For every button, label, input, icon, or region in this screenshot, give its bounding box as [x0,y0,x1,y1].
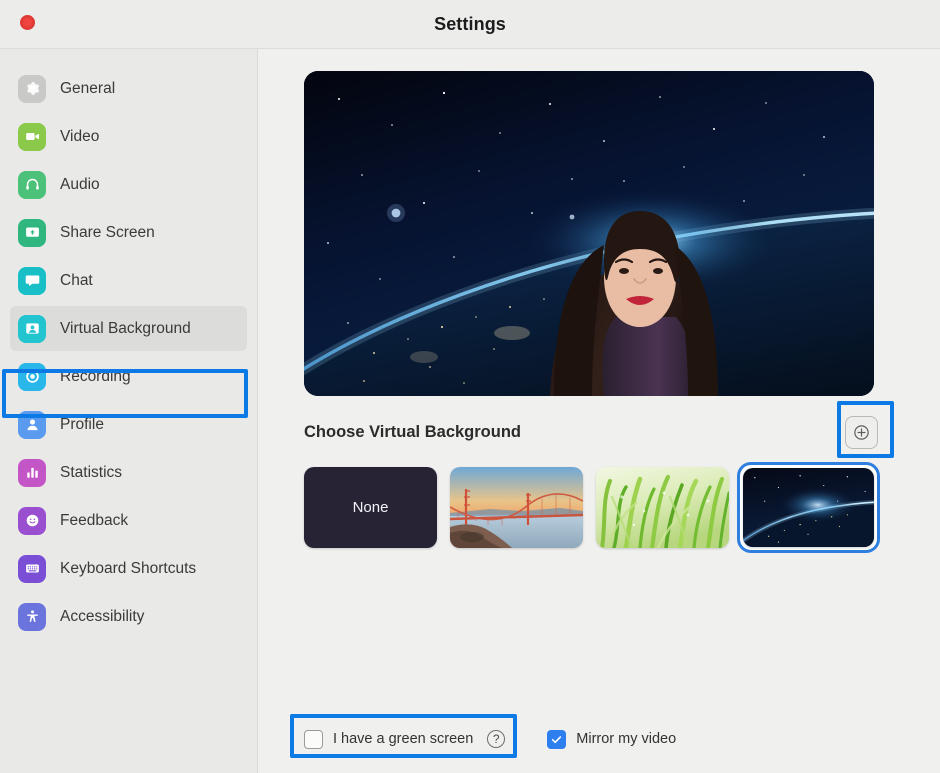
sidebar-item-label: General [60,79,116,97]
sidebar-item-general[interactable]: General [10,66,247,111]
background-option-bridge[interactable] [450,467,583,548]
gear-icon [18,74,46,103]
window-body: General Video Audio Share Screen Chat Vi… [0,48,940,773]
mirror-video-option[interactable]: Mirror my video [547,729,677,749]
section-header: Choose Virtual Background [304,401,894,458]
background-option-earth[interactable] [737,462,880,553]
main-content: Choose Virtual Background None I have a … [258,49,940,773]
headphones-icon [18,170,46,199]
sidebar-item-chat[interactable]: Chat [10,258,247,303]
settings-window: Settings General Video Audio Share Scree… [0,0,940,773]
green-screen-label: I have a green screen [333,731,474,747]
background-option-none[interactable]: None [304,467,437,548]
video-icon [18,122,46,151]
plus-icon [854,425,869,440]
sidebar-item-profile[interactable]: Profile [10,402,247,447]
add-background-button[interactable] [845,416,878,449]
bridge-thumbnail-image [450,467,583,548]
chat-icon [18,266,46,295]
profile-icon [18,410,46,439]
sidebar-item-share-screen[interactable]: Share Screen [10,210,247,255]
checkmark-icon [552,735,562,743]
sidebar-item-label: Profile [60,415,104,433]
green-screen-checkbox[interactable] [304,729,323,749]
green-screen-option[interactable]: I have a green screen ? [290,713,517,758]
background-none-label: None [352,499,389,516]
video-preview [304,71,874,396]
share-screen-icon [18,218,46,247]
bottom-options-bar: I have a green screen ? Mirror my video [258,705,940,773]
background-option-grass[interactable] [596,467,729,548]
sidebar-item-virtual-background[interactable]: Virtual Background [10,306,247,351]
mirror-video-checkbox[interactable] [547,729,567,749]
sidebar-item-label: Accessibility [60,607,145,625]
virtual-background-icon [18,314,46,343]
sidebar-item-audio[interactable]: Audio [10,162,247,207]
sidebar-item-label: Virtual Background [60,319,191,337]
sidebar-item-recording[interactable]: Recording [10,354,247,399]
sidebar-item-label: Chat [60,271,93,289]
sidebar-item-label: Recording [60,367,131,385]
sidebar-item-statistics[interactable]: Statistics [10,450,247,495]
record-icon [18,362,46,391]
earth-thumbnail-image [743,468,874,547]
statistics-icon [18,458,46,487]
sidebar: General Video Audio Share Screen Chat Vi… [0,49,258,773]
keyboard-icon [18,554,46,583]
accessibility-icon [18,602,46,631]
sidebar-item-label: Share Screen [60,223,155,241]
section-title: Choose Virtual Background [304,423,521,441]
preview-image [304,71,874,396]
mirror-video-label: Mirror my video [576,731,677,747]
sidebar-item-label: Audio [60,175,100,193]
page-title: Settings [434,13,506,34]
help-icon[interactable]: ? [487,730,506,748]
sidebar-item-keyboard-shortcuts[interactable]: Keyboard Shortcuts [10,546,247,591]
sidebar-item-accessibility[interactable]: Accessibility [10,594,247,639]
title-bar: Settings [0,0,940,48]
background-thumbnail-list: None [304,462,894,553]
sidebar-item-label: Keyboard Shortcuts [60,559,197,577]
close-button[interactable] [20,15,35,30]
sidebar-item-feedback[interactable]: Feedback [10,498,247,543]
grass-thumbnail-image [596,467,729,548]
sidebar-item-label: Statistics [60,463,123,481]
window-controls [20,15,35,30]
sidebar-item-video[interactable]: Video [10,114,247,159]
feedback-icon [18,506,46,535]
sidebar-item-label: Video [60,127,100,145]
sidebar-item-label: Feedback [60,511,129,529]
